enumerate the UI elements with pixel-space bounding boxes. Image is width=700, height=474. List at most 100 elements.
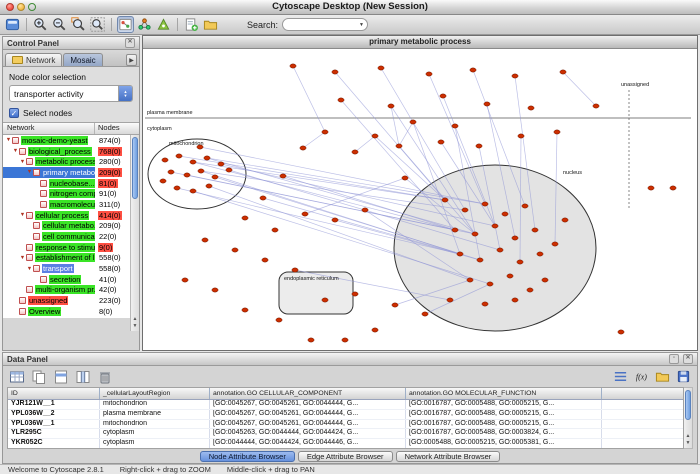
network-node[interactable] bbox=[226, 168, 232, 172]
network-node[interactable] bbox=[438, 140, 444, 144]
network-node[interactable] bbox=[202, 238, 208, 242]
tree-row[interactable]: ▼establishment of l...558(0) bbox=[3, 253, 130, 264]
network-node[interactable] bbox=[467, 278, 473, 282]
network-node[interactable] bbox=[442, 198, 448, 202]
tree-row[interactable]: multi-organism pr...42(0) bbox=[3, 285, 130, 296]
copy-rows-icon[interactable] bbox=[30, 368, 47, 385]
network-node[interactable] bbox=[352, 150, 358, 154]
network-node[interactable] bbox=[292, 268, 298, 272]
network-node[interactable] bbox=[670, 186, 676, 190]
tree-column-network[interactable]: Network bbox=[3, 123, 95, 134]
network-node[interactable] bbox=[462, 208, 468, 212]
network-node[interactable] bbox=[290, 64, 296, 68]
network-node[interactable] bbox=[388, 104, 394, 108]
network-node[interactable] bbox=[322, 298, 328, 302]
network-node[interactable] bbox=[174, 186, 180, 190]
network-node[interactable] bbox=[487, 282, 493, 286]
color-attribute-dropdown[interactable]: transporter activity ▲▼ bbox=[9, 85, 133, 102]
network-node[interactable] bbox=[477, 258, 483, 262]
network-node[interactable] bbox=[426, 72, 432, 76]
tab-node-attribute-browser[interactable]: Node Attribute Browser bbox=[200, 451, 295, 462]
network-node[interactable] bbox=[322, 130, 328, 134]
table-row[interactable]: YJR121W__1mitochondrion[GO:0045267, GO:0… bbox=[8, 400, 683, 410]
network-node[interactable] bbox=[542, 278, 548, 282]
tree-row[interactable]: ▼mosaic-demo-yeast874(0) bbox=[3, 135, 130, 146]
network-node[interactable] bbox=[482, 202, 488, 206]
network-canvas[interactable]: plasma membranecytoplasmmitochondrionnuc… bbox=[143, 48, 697, 350]
network-node[interactable] bbox=[560, 70, 566, 74]
network-node[interactable] bbox=[160, 179, 166, 183]
network-node[interactable] bbox=[218, 162, 224, 166]
delete-column-icon[interactable] bbox=[96, 368, 113, 385]
attribute-list-icon[interactable] bbox=[612, 368, 629, 385]
network-node[interactable] bbox=[502, 212, 508, 216]
network-node[interactable] bbox=[204, 156, 210, 160]
select-attributes-icon[interactable] bbox=[8, 368, 25, 385]
collapse-expander-icon[interactable]: ▼ bbox=[5, 137, 12, 143]
network-node[interactable] bbox=[492, 224, 498, 228]
collapse-expander-icon[interactable]: ▼ bbox=[26, 169, 33, 175]
tab-network-attribute-browser[interactable]: Network Attribute Browser bbox=[396, 451, 501, 462]
column-header-id[interactable]: ID bbox=[8, 388, 100, 399]
collapse-expander-icon[interactable]: ▼ bbox=[19, 159, 26, 165]
network-node[interactable] bbox=[440, 94, 446, 98]
nucleus-region[interactable] bbox=[394, 165, 596, 331]
network-node[interactable] bbox=[332, 218, 338, 222]
network-node[interactable] bbox=[362, 208, 368, 212]
network-node[interactable] bbox=[338, 98, 344, 102]
network-node[interactable] bbox=[198, 169, 204, 173]
create-network-icon[interactable] bbox=[183, 16, 200, 33]
network-node[interactable] bbox=[392, 303, 398, 307]
network-node[interactable] bbox=[190, 160, 196, 164]
network-node[interactable] bbox=[300, 146, 306, 150]
network-node[interactable] bbox=[372, 328, 378, 332]
network-node[interactable] bbox=[522, 204, 528, 208]
scroll-down-icon[interactable]: ▼ bbox=[131, 323, 139, 330]
network-node[interactable] bbox=[332, 70, 338, 74]
tree-row[interactable]: cell communica...22(0) bbox=[3, 231, 130, 242]
network-node[interactable] bbox=[476, 144, 482, 148]
network-node[interactable] bbox=[554, 130, 560, 134]
minimize-window-icon[interactable] bbox=[17, 3, 25, 11]
network-node[interactable] bbox=[527, 288, 533, 292]
network-node[interactable] bbox=[396, 144, 402, 148]
network-node[interactable] bbox=[280, 174, 286, 178]
network-node[interactable] bbox=[648, 186, 654, 190]
table-row[interactable]: YKR052Ccytoplasm[GO:0044444, GO:0044424,… bbox=[8, 439, 683, 449]
network-node[interactable] bbox=[182, 278, 188, 282]
tab-edge-attribute-browser[interactable]: Edge Attribute Browser bbox=[298, 451, 393, 462]
collapse-expander-icon[interactable]: ▼ bbox=[12, 148, 19, 154]
network-node[interactable] bbox=[272, 228, 278, 232]
network-node[interactable] bbox=[402, 176, 408, 180]
network-node[interactable] bbox=[352, 292, 358, 296]
network-node[interactable] bbox=[470, 68, 476, 72]
network-node[interactable] bbox=[422, 312, 428, 316]
network-overview-icon[interactable] bbox=[136, 16, 153, 33]
network-node[interactable] bbox=[484, 102, 490, 106]
network-node[interactable] bbox=[562, 218, 568, 222]
vizmapper-icon[interactable] bbox=[155, 16, 172, 33]
network-node[interactable] bbox=[410, 120, 416, 124]
network-node[interactable] bbox=[447, 298, 453, 302]
search-options-icon[interactable]: ▼ bbox=[359, 22, 364, 28]
network-node[interactable] bbox=[302, 212, 308, 216]
select-nodes-checkbox[interactable]: ✓ bbox=[9, 108, 19, 118]
network-node[interactable] bbox=[206, 184, 212, 188]
network-node[interactable] bbox=[232, 248, 238, 252]
table-row[interactable]: YPL036W__2plasma membrane[GO:0045267, GO… bbox=[8, 410, 683, 420]
network-node[interactable] bbox=[276, 318, 282, 322]
network-node[interactable] bbox=[482, 302, 488, 306]
network-node[interactable] bbox=[472, 232, 478, 236]
tree-row[interactable]: ▼biological_process768(0) bbox=[3, 146, 130, 157]
scroll-up-icon[interactable]: ▲ bbox=[131, 316, 139, 323]
column-header-annotation-go-cellular-component[interactable]: annotation.GO CELLULAR_COMPONENT bbox=[210, 388, 406, 399]
data-panel-close-icon[interactable]: ✕ bbox=[683, 354, 693, 364]
network-node[interactable] bbox=[242, 216, 248, 220]
tree-row[interactable]: secretion41(0) bbox=[3, 274, 130, 285]
network-node[interactable] bbox=[378, 66, 384, 70]
import-table-icon[interactable] bbox=[202, 16, 219, 33]
control-panel-close-icon[interactable]: ✕ bbox=[125, 38, 135, 48]
zoom-fit-icon[interactable] bbox=[89, 16, 106, 33]
network-node[interactable] bbox=[342, 338, 348, 342]
select-all-rows-icon[interactable] bbox=[52, 368, 69, 385]
